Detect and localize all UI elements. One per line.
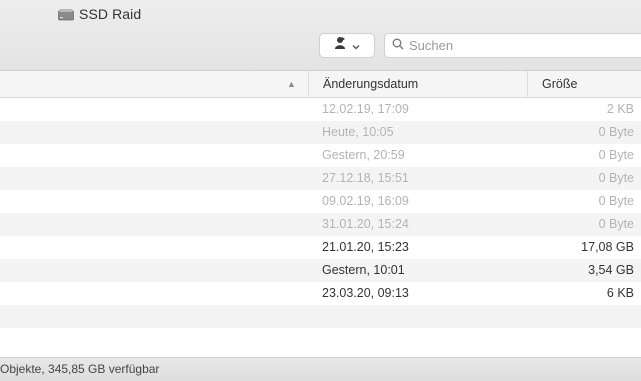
hard-drive-icon xyxy=(58,8,74,21)
search-field[interactable] xyxy=(384,33,641,58)
window-title: SSD Raid xyxy=(58,6,141,22)
table-row[interactable]: 21.01.20, 15:23 17,08 GB xyxy=(0,236,641,259)
column-name[interactable]: ▲ xyxy=(0,71,309,97)
table-row[interactable]: 23.03.20, 09:13 6 KB xyxy=(0,282,641,305)
share-icon xyxy=(334,36,346,55)
row-date: 31.01.20, 15:24 xyxy=(322,217,409,231)
row-size: 6 KB xyxy=(606,286,634,300)
column-date-modified[interactable]: Änderungsdatum xyxy=(309,71,528,97)
row-size: 3,54 GB xyxy=(588,263,634,277)
row-date: 21.01.20, 15:23 xyxy=(322,240,409,254)
chevron-down-icon xyxy=(352,37,360,55)
search-input[interactable] xyxy=(409,38,609,53)
table-row[interactable]: Gestern, 10:01 3,54 GB xyxy=(0,259,641,282)
empty-row xyxy=(0,328,641,351)
row-date: Heute, 10:05 xyxy=(322,125,394,139)
row-date: 23.03.20, 09:13 xyxy=(322,286,409,300)
finder-window: SSD Raid Suchen ▲ Änderungsdatum Größe 1… xyxy=(0,0,641,381)
toolbar: SSD Raid xyxy=(0,0,641,71)
sort-ascending-icon: ▲ xyxy=(287,79,296,89)
file-list: 12.02.19, 17:09 2 KB Heute, 10:05 0 Byte… xyxy=(0,98,641,351)
row-date: Gestern, 20:59 xyxy=(322,148,405,162)
share-action-button[interactable] xyxy=(319,33,375,58)
table-row[interactable]: 12.02.19, 17:09 2 KB xyxy=(0,98,641,121)
table-row[interactable]: 27.12.18, 15:51 0 Byte xyxy=(0,167,641,190)
row-size: 0 Byte xyxy=(598,125,634,139)
table-row[interactable]: Heute, 10:05 0 Byte xyxy=(0,121,641,144)
row-size: 0 Byte xyxy=(598,194,634,208)
row-date: 27.12.18, 15:51 xyxy=(322,171,409,185)
row-date: Gestern, 10:01 xyxy=(322,263,405,277)
row-size: 0 Byte xyxy=(598,148,634,162)
status-text: Objekte, 345,85 GB verfügbar xyxy=(0,362,160,376)
column-size[interactable]: Größe xyxy=(528,71,641,97)
row-size: 2 KB xyxy=(606,102,634,116)
table-row[interactable]: 31.01.20, 15:24 0 Byte xyxy=(0,213,641,236)
volume-name: SSD Raid xyxy=(79,6,142,22)
status-bar: Objekte, 345,85 GB verfügbar xyxy=(0,357,641,381)
row-date: 09.02.19, 16:09 xyxy=(322,194,409,208)
table-row[interactable]: Gestern, 20:59 0 Byte xyxy=(0,144,641,167)
search-icon xyxy=(392,37,404,55)
row-size: 0 Byte xyxy=(598,171,634,185)
row-size: 17,08 GB xyxy=(581,240,634,254)
table-row[interactable]: 09.02.19, 16:09 0 Byte xyxy=(0,190,641,213)
empty-row xyxy=(0,305,641,328)
row-size: 0 Byte xyxy=(598,217,634,231)
column-header: ▲ Änderungsdatum Größe xyxy=(0,71,641,98)
row-date: 12.02.19, 17:09 xyxy=(322,102,409,116)
